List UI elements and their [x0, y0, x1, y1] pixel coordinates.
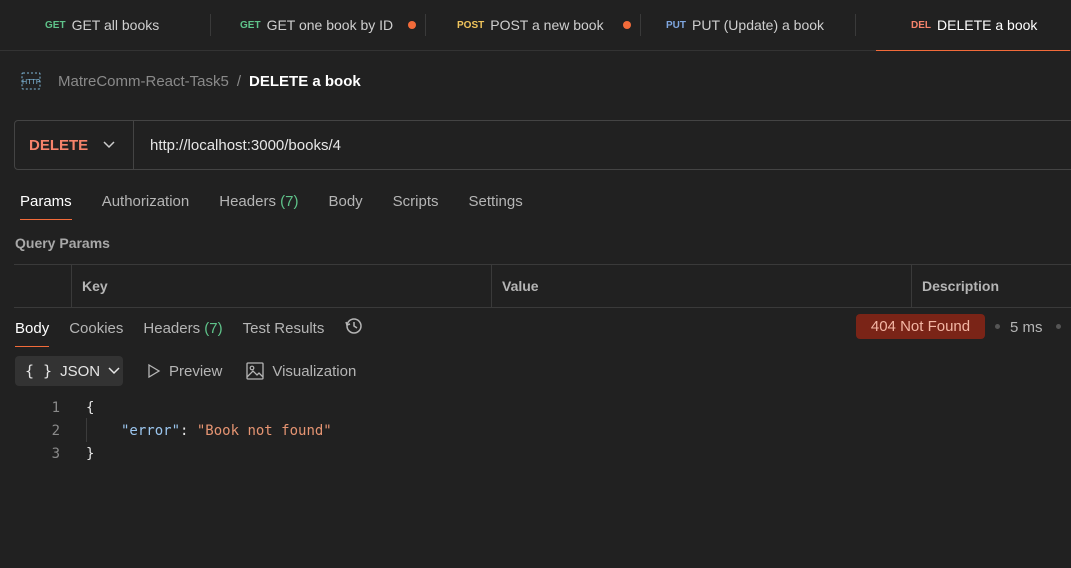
tab-label: PUT (Update) a book — [692, 17, 825, 33]
visualization-label: Visualization — [272, 362, 357, 380]
tab-label: GET all books — [71, 17, 160, 33]
unsaved-dot-icon — [408, 21, 416, 29]
indent-guide — [86, 418, 87, 442]
tab-post-new-book[interactable]: POST POST a new book — [425, 0, 640, 50]
visualization-button[interactable]: Visualization — [246, 362, 356, 380]
tab-headers-label: Headers — [143, 319, 201, 337]
tab-settings[interactable]: Settings — [469, 193, 523, 220]
url-bar: DELETE — [14, 120, 1071, 170]
table-header-key: Key — [71, 265, 491, 307]
table-header-description: Description — [911, 265, 1071, 307]
chevron-down-icon[interactable] — [103, 136, 133, 154]
image-icon — [246, 362, 265, 380]
query-params-title: Query Params — [15, 235, 110, 251]
tab-delete-book[interactable]: DEL DELETE a book — [876, 0, 1070, 51]
history-icon[interactable] — [344, 316, 364, 350]
format-label: JSON — [60, 362, 101, 380]
code-brace-close: } — [86, 445, 95, 462]
format-select[interactable]: { } JSON — [15, 356, 123, 386]
separator-dot — [1056, 324, 1061, 329]
tab-headers-label: Headers — [219, 193, 276, 210]
tab-params[interactable]: Params — [20, 193, 72, 220]
headers-count: (7) — [204, 319, 223, 337]
line-number: 3 — [51, 445, 60, 462]
tab-method: GET — [45, 19, 66, 31]
code-line: 1 { — [40, 396, 332, 419]
tab-response-headers[interactable]: Headers (7) — [143, 320, 222, 347]
tab-response-body[interactable]: Body — [15, 320, 50, 347]
tab-cookies[interactable]: Cookies — [69, 320, 123, 347]
tab-headers[interactable]: Headers (7) — [219, 193, 298, 220]
chevron-down-icon — [108, 367, 120, 375]
tab-divider — [210, 14, 211, 36]
http-icon: HTTP — [21, 72, 41, 90]
code-line: 2 "error": "Book not found" — [40, 419, 332, 442]
response-time[interactable]: 5 ms — [1010, 319, 1043, 336]
play-icon — [148, 364, 161, 378]
preview-button[interactable]: Preview — [147, 363, 222, 380]
json-key: "error" — [121, 422, 181, 439]
query-params-table: Key Value Description — [14, 264, 1071, 308]
tab-label: GET one book by ID — [266, 17, 394, 33]
request-subtabs: Params Authorization Headers (7) Body Sc… — [20, 193, 553, 220]
tab-label: DELETE a book — [937, 17, 1038, 33]
tab-divider — [640, 14, 641, 36]
tab-label: POST a new book — [490, 17, 604, 33]
tab-authorization[interactable]: Authorization — [102, 193, 190, 220]
tab-divider — [855, 14, 856, 36]
breadcrumb-separator: / — [236, 72, 242, 90]
response-body-code[interactable]: 1 { 2 "error": "Book not found" 3 } — [40, 396, 332, 465]
tab-get-one-book[interactable]: GET GET one book by ID — [210, 0, 425, 50]
headers-count: (7) — [280, 193, 299, 210]
tab-scripts[interactable]: Scripts — [393, 193, 439, 220]
breadcrumb-request[interactable]: DELETE a book — [249, 73, 361, 90]
code-brace-open: { — [86, 399, 95, 416]
breadcrumb: HTTP MatreComm-React-Task5 / DELETE a bo… — [20, 70, 361, 92]
json-value: "Book not found" — [196, 422, 332, 439]
braces-icon: { } — [25, 362, 53, 380]
url-divider — [133, 121, 134, 169]
json-colon: : — [180, 422, 197, 439]
response-toolbar: { } JSON Preview Visualization — [15, 356, 356, 386]
method-select[interactable]: DELETE — [29, 137, 99, 154]
tab-get-all-books[interactable]: GET GET all books — [0, 0, 210, 50]
separator-dot — [995, 324, 1000, 329]
tab-method: PUT — [666, 19, 686, 31]
request-tabs-bar: GET GET all books GET GET one book by ID… — [0, 0, 1071, 51]
tab-body[interactable]: Body — [328, 193, 362, 220]
preview-label: Preview — [169, 362, 223, 380]
unsaved-dot-icon — [623, 21, 631, 29]
tab-put-update-book[interactable]: PUT PUT (Update) a book — [640, 0, 865, 50]
breadcrumb-project[interactable]: MatreComm-React-Task5 — [58, 73, 229, 90]
response-tabs: Body Cookies Headers (7) Test Results — [15, 316, 384, 350]
status-badge[interactable]: 404 Not Found — [856, 314, 985, 339]
table-header-value: Value — [491, 265, 911, 307]
tab-test-results[interactable]: Test Results — [243, 320, 325, 347]
url-input[interactable] — [148, 135, 952, 155]
code-line: 3 } — [40, 442, 332, 465]
tab-method: GET — [240, 19, 261, 31]
tab-method: POST — [457, 19, 485, 31]
tab-method: DEL — [911, 19, 931, 31]
tab-divider — [425, 14, 426, 36]
line-number: 2 — [51, 422, 60, 439]
line-number: 1 — [51, 399, 60, 416]
svg-text:HTTP: HTTP — [22, 78, 40, 86]
